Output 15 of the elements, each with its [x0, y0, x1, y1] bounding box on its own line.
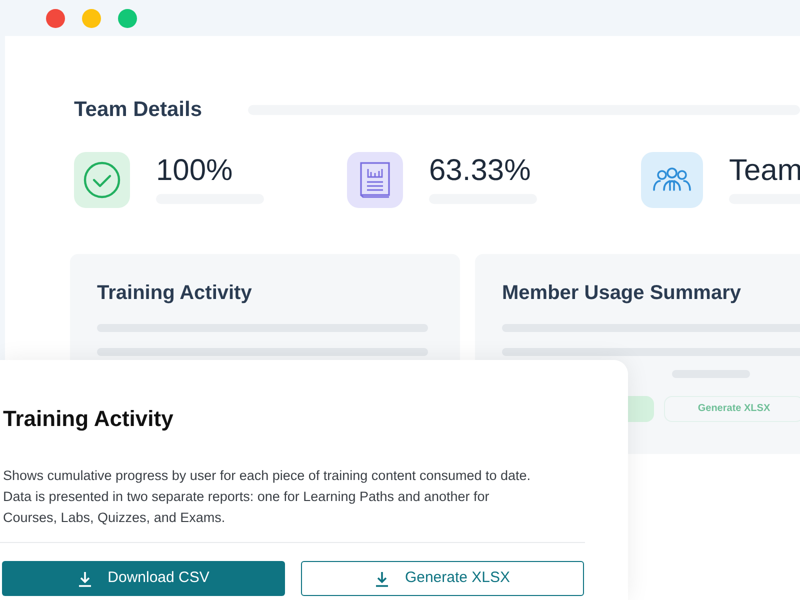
card-title: Training Activity: [97, 280, 253, 306]
card-title: Member Usage Summary: [502, 280, 742, 306]
stat-value: Team: [729, 154, 800, 188]
dialog-title: Training Activity: [2, 405, 174, 433]
download-icon: [374, 570, 389, 586]
dialog-description: Shows cumulative progress by user for each piece of training content consumed to date. Data is presented in two separate reports: one for Learning Paths and another for Courses, Labs, Quizzes, and Exams.: [2, 467, 532, 527]
download-icon: [78, 570, 92, 586]
report-icon: [347, 152, 403, 208]
download-button[interactable]: Generate XLSX: [301, 561, 584, 596]
download-button[interactable]: Download CSV: [2, 561, 285, 596]
check-icon: [74, 152, 130, 208]
people-icon: [641, 152, 703, 208]
stat-value: 100%: [156, 154, 234, 188]
stat-value: 63.33%: [429, 154, 532, 188]
section-title: Team Details: [74, 97, 202, 123]
